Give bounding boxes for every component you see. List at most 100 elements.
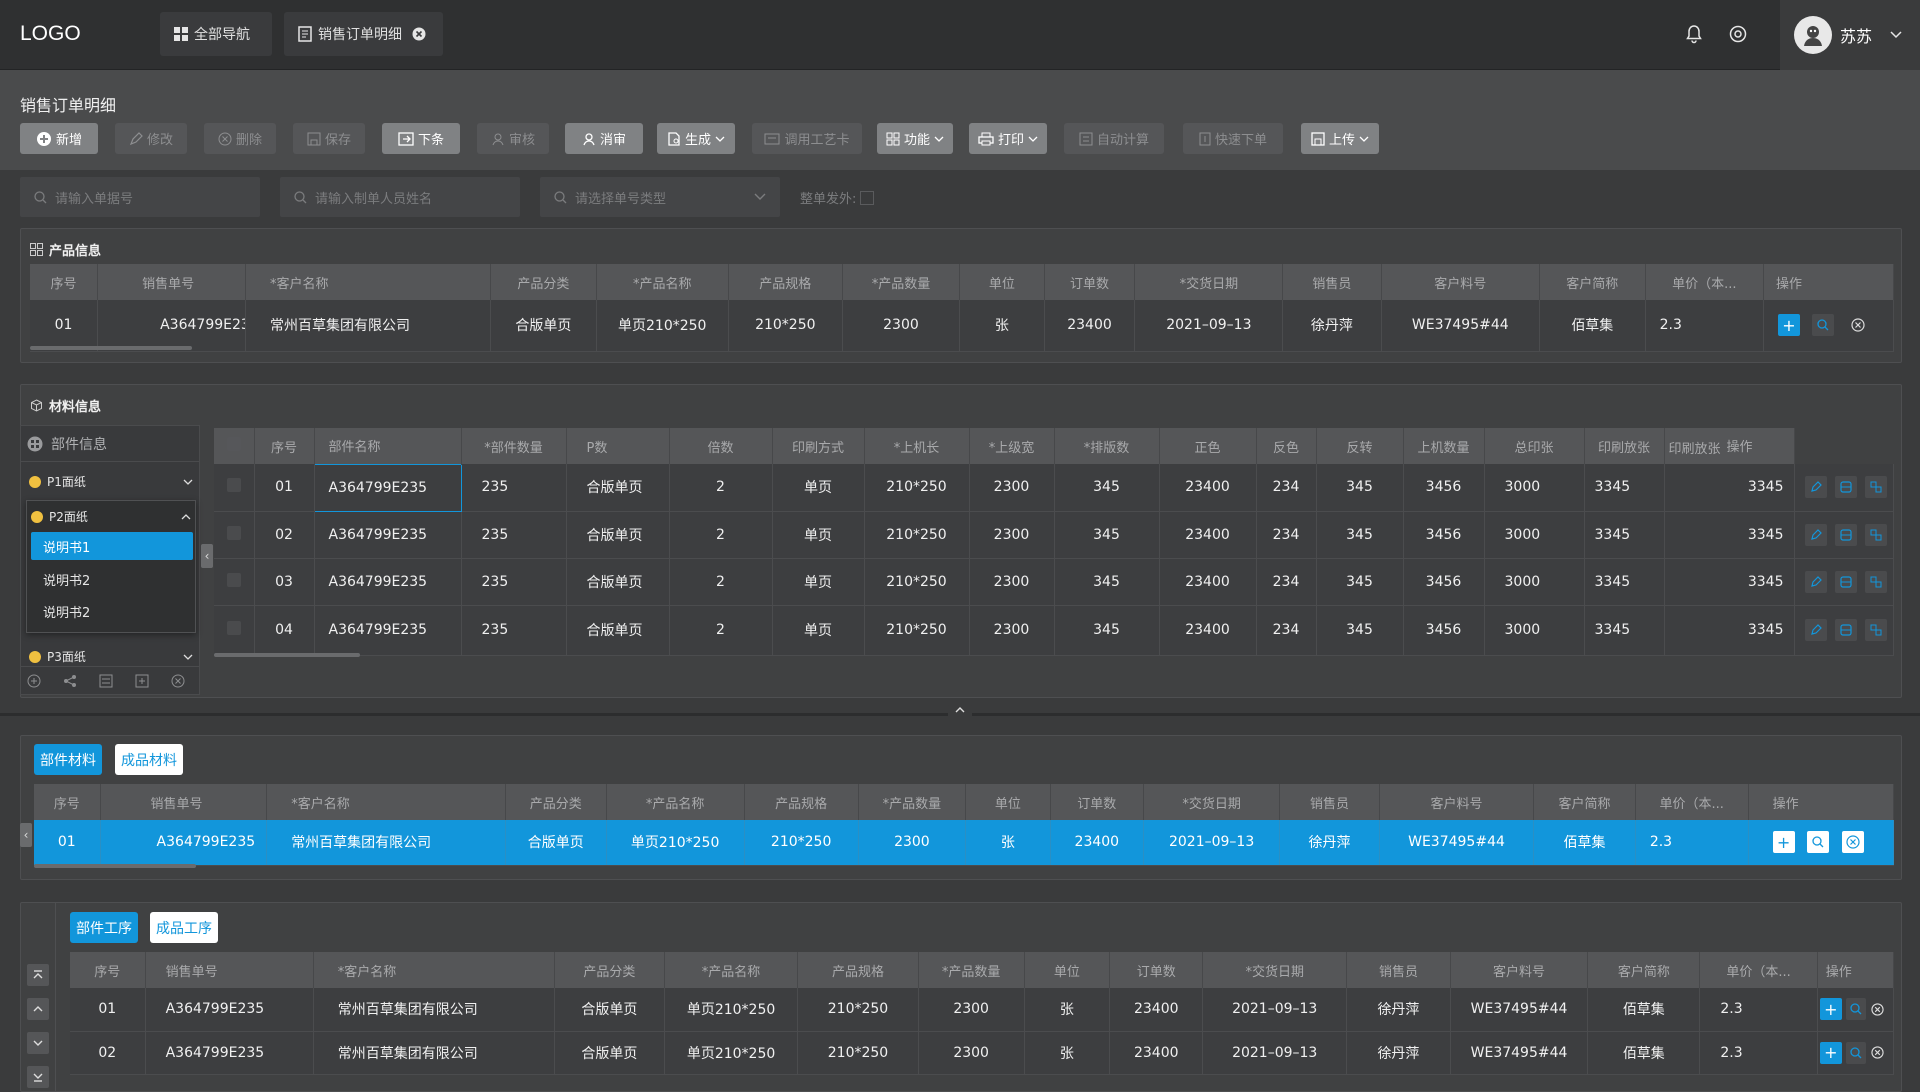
collapse-up-button[interactable] — [948, 703, 972, 717]
edit-row-button[interactable] — [1804, 570, 1827, 593]
remove-button[interactable] — [1847, 314, 1869, 336]
first-row-button[interactable] — [27, 964, 49, 986]
add-square-icon[interactable] — [135, 674, 149, 688]
link-row-button[interactable] — [1864, 619, 1887, 641]
col-header: 销售员 — [1282, 264, 1382, 300]
link-row-button[interactable] — [1864, 523, 1887, 546]
tab-sales-order-detail[interactable]: 销售订单明细 — [284, 12, 443, 56]
cell: 3000 — [1484, 605, 1585, 656]
upload-button[interactable]: 上传 — [1301, 123, 1379, 154]
table-row[interactable]: 01 A364799E235 常州百草集团有限公司 合版单页 单页210*250… — [30, 300, 1895, 352]
settings-icon[interactable] — [1728, 24, 1748, 44]
add-row-button[interactable]: + — [1819, 998, 1842, 1021]
materials-scrollbar[interactable] — [34, 864, 196, 868]
search-button[interactable] — [1845, 998, 1866, 1021]
edit-button[interactable]: 修改 — [115, 123, 187, 154]
calc-icon — [1079, 132, 1093, 145]
part-item-p1[interactable]: P1面纸 — [29, 473, 193, 490]
col-header: *产品数量 — [842, 264, 961, 300]
row-checkbox[interactable] — [226, 525, 241, 540]
list-icon[interactable] — [99, 674, 113, 688]
close-circle-icon[interactable] — [171, 674, 185, 688]
stack-row-button[interactable] — [1834, 476, 1857, 499]
maker-input[interactable]: 请输入制单人员姓名 — [280, 177, 520, 217]
add-button[interactable]: 新增 — [20, 123, 98, 154]
table-row-selected[interactable]: 01 A364799E235 常州百草集团有限公司 合版单页 单页210*250… — [34, 820, 1895, 866]
table-row[interactable]: 01 A364799E235 常州百草集团有限公司 合版单页 单页210*250 210*… — [70, 988, 1895, 1032]
quick-order-button[interactable]: 快速下单 — [1183, 123, 1283, 154]
part-subitem[interactable]: 说明书2 — [31, 597, 193, 625]
function-button[interactable]: 功能 — [877, 123, 953, 154]
generate-button[interactable]: 生成 — [657, 123, 735, 154]
search-icon — [294, 190, 307, 203]
delete-button[interactable]: 删除 — [204, 123, 276, 154]
remove-button[interactable] — [1870, 1042, 1886, 1064]
quick-order-label: 快速下单 — [1214, 133, 1267, 148]
tab-part-process[interactable]: 部件工序 — [70, 912, 138, 943]
tab-product-process[interactable]: 成品工序 — [150, 912, 218, 943]
table-row[interactable]: 03 A364799E235 235 合版单页 2 单页 210*250 2300 345 234… — [214, 558, 1894, 606]
last-row-button[interactable] — [27, 1066, 49, 1088]
row-checkbox[interactable] — [226, 478, 241, 493]
print-button[interactable]: 打印 — [969, 123, 1047, 154]
stack-row-button[interactable] — [1834, 570, 1857, 593]
search-icon — [34, 190, 47, 203]
next-button[interactable]: 下条 — [382, 123, 460, 154]
expand-left-button[interactable]: ‹ — [20, 823, 32, 847]
search-button[interactable] — [1807, 831, 1830, 854]
part-item-p2[interactable]: P2面纸 — [31, 508, 191, 525]
prev-row-button[interactable] — [27, 998, 49, 1020]
row-checkbox[interactable] — [226, 572, 241, 587]
load-process-card-button[interactable]: 调用工艺卡 — [752, 123, 862, 154]
next-row-button[interactable] — [27, 1032, 49, 1054]
table-row[interactable]: 02 A364799E235 常州百草集团有限公司 合版单页 单页210*250 210*… — [70, 1031, 1895, 1075]
col-header: 上机数量 — [1403, 428, 1485, 464]
row-checkbox[interactable] — [226, 621, 241, 635]
search-button[interactable] — [1812, 314, 1835, 337]
stack-row-button[interactable] — [1834, 523, 1857, 546]
collapse-sidebar-button[interactable]: ‹ — [201, 544, 213, 568]
part-item-p3[interactable]: P3面纸 — [29, 648, 193, 665]
share-icon[interactable] — [63, 674, 77, 688]
user-menu[interactable]: 苏苏 — [1780, 0, 1920, 70]
all-nav-button[interactable]: 全部导航 — [160, 12, 272, 56]
edit-row-button[interactable] — [1804, 476, 1827, 499]
select-all-checkbox[interactable] — [226, 437, 241, 451]
tab-product-materials[interactable]: 成品材料 — [115, 744, 183, 775]
remove-button[interactable] — [1870, 998, 1886, 1020]
col-header: 倍数 — [669, 428, 773, 464]
part-subitem[interactable]: 说明书2 — [31, 565, 193, 593]
link-row-button[interactable] — [1864, 570, 1887, 593]
unaudit-button[interactable]: 消审 — [565, 123, 643, 154]
chevron-up-icon — [33, 1006, 43, 1012]
stack-row-button[interactable] — [1834, 619, 1857, 641]
link-row-button[interactable] — [1864, 476, 1887, 499]
bell-icon[interactable] — [1684, 24, 1704, 44]
table-row[interactable]: 04 A364799E235 235 合版单页 2 单页 210*250 2300 345 234… — [214, 605, 1894, 656]
chevron-down-icon — [183, 479, 193, 485]
whole-outsource-label: 整单发外: — [800, 192, 857, 207]
add-row-button[interactable]: + — [1819, 1041, 1842, 1064]
table-row[interactable]: 01 A364799E235 235 合版单页 2 单页 210*250 2300 345 234… — [214, 463, 1894, 512]
search-button[interactable] — [1845, 1041, 1866, 1064]
close-tab-icon[interactable] — [412, 27, 426, 41]
material-scrollbar[interactable] — [214, 653, 360, 657]
add-row-button[interactable]: + — [1772, 831, 1795, 854]
order-type-select[interactable]: 请选择单号类型 — [540, 177, 780, 217]
product-scrollbar[interactable] — [30, 346, 192, 350]
edit-row-button[interactable] — [1804, 619, 1827, 641]
add-row-button[interactable]: + — [1777, 314, 1800, 337]
edit-row-button[interactable] — [1804, 523, 1827, 546]
audit-button[interactable]: 审核 — [477, 123, 549, 154]
remove-button[interactable] — [1841, 831, 1864, 854]
save-button[interactable]: 保存 — [293, 123, 365, 154]
part-subitem[interactable]: 说明书1 — [31, 532, 193, 560]
whole-outsource-checkbox[interactable] — [860, 190, 875, 205]
add-circle-icon[interactable] — [27, 674, 41, 688]
ops-cell: + — [1763, 300, 1895, 352]
table-row[interactable]: 02 A364799E235 235 合版单页 2 单页 210*250 2300 345 234… — [214, 511, 1894, 559]
order-no-input[interactable]: 请输入单据号 — [20, 177, 260, 217]
tab-part-materials[interactable]: 部件材料 — [34, 744, 102, 775]
auto-calc-button[interactable]: 自动计算 — [1064, 123, 1164, 154]
col-header: 客户简称 — [1539, 264, 1646, 300]
